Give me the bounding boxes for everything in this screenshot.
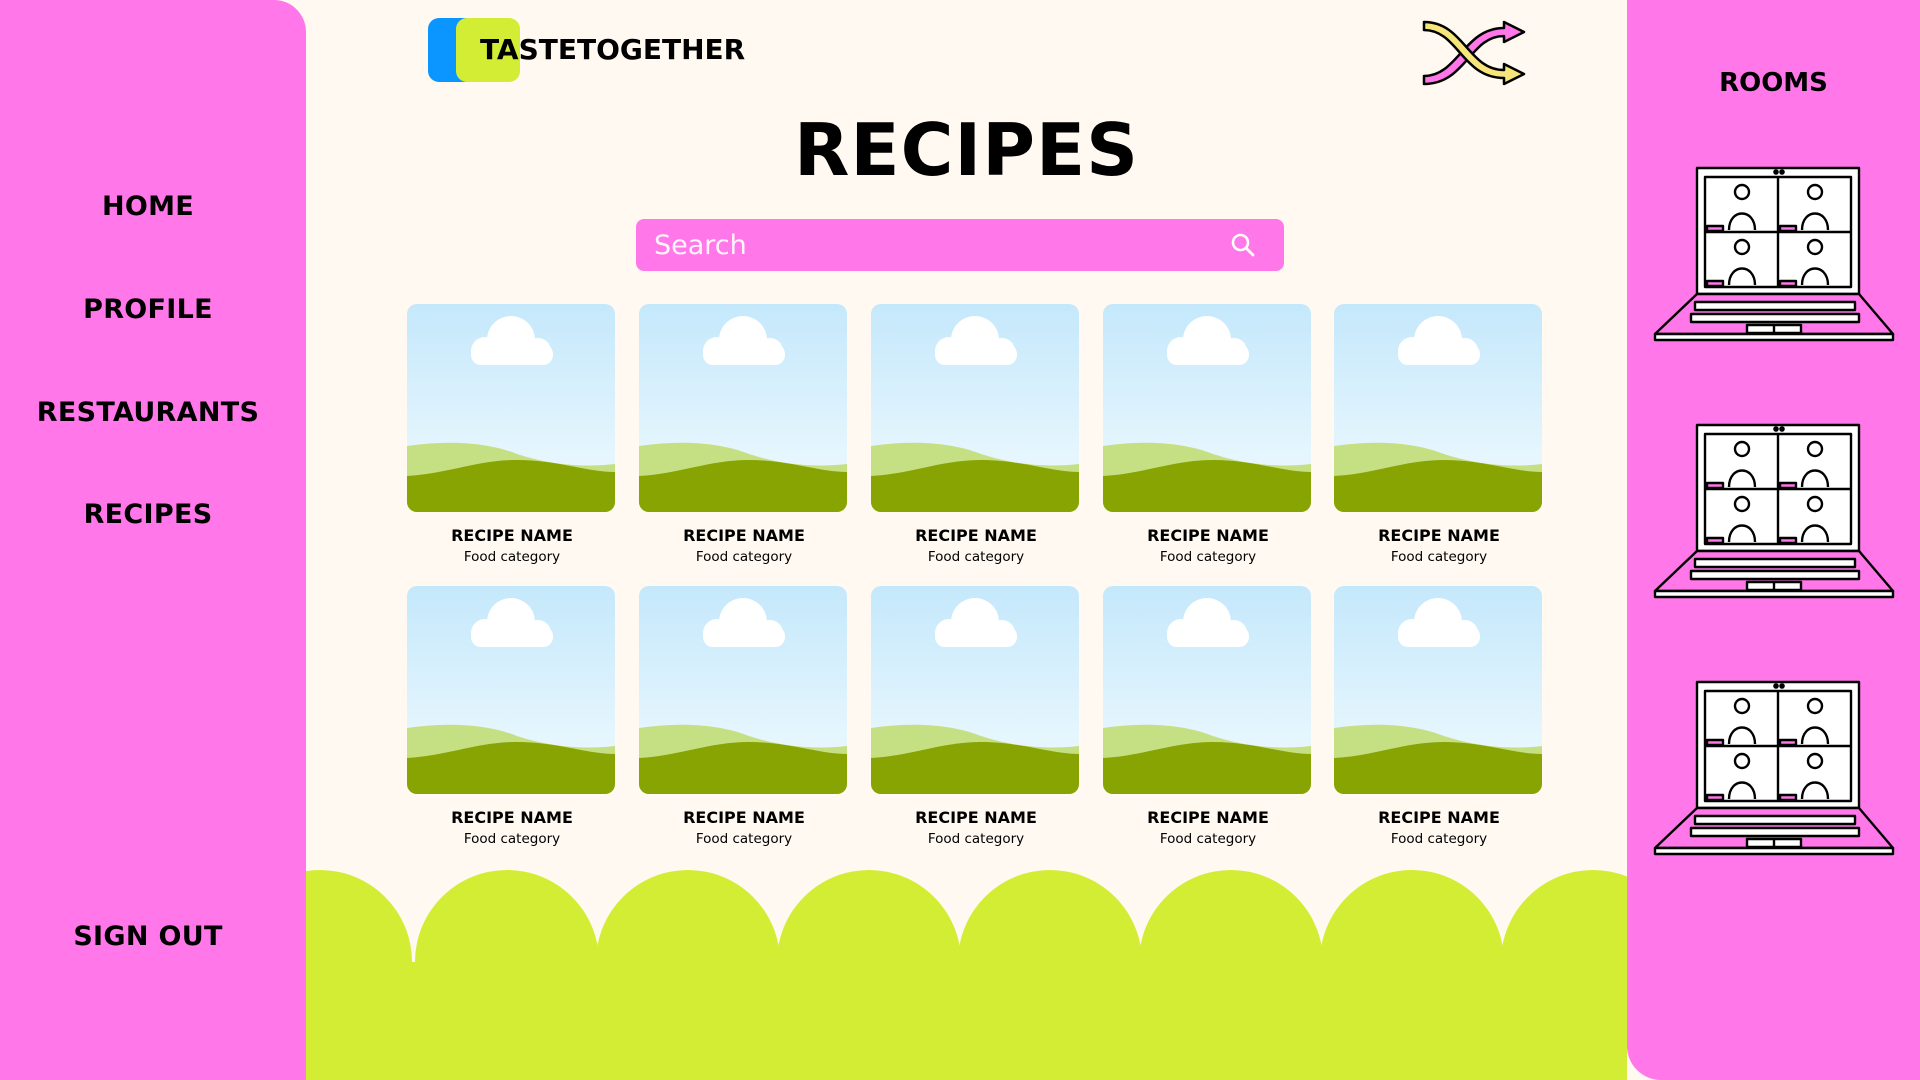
shuffle-icon[interactable] [1418,14,1532,92]
video-call-laptop-icon [1653,680,1895,856]
recipe-card[interactable]: RECIPE NAME Food category [407,586,617,856]
recipe-card[interactable]: RECIPE NAME Food category [639,586,849,856]
recipe-name: RECIPE NAME [915,808,1037,827]
decorative-hills [306,870,1627,1080]
room-3[interactable] [1651,678,1896,858]
recipe-image [1334,304,1542,512]
recipe-card[interactable]: RECIPE NAME Food category [639,304,849,574]
room-2[interactable] [1651,421,1896,601]
image-placeholder-icon [1334,586,1542,794]
recipe-card[interactable]: RECIPE NAME Food category [1103,304,1313,574]
recipe-card[interactable]: RECIPE NAME Food category [1334,586,1544,856]
recipe-name: RECIPE NAME [451,526,573,545]
video-call-laptop-icon [1653,166,1895,342]
image-placeholder-icon [1334,304,1542,512]
image-placeholder-icon [639,586,847,794]
recipe-category: Food category [927,831,1025,847]
recipe-card[interactable]: RECIPE NAME Food category [871,304,1081,574]
left-sidebar: HOME PROFILE RESTAURANTS RECIPES SIGN OU… [0,0,306,1080]
recipe-name: RECIPE NAME [683,808,805,827]
sidebar-item-profile[interactable]: PROFILE [0,294,296,325]
sidebar-item-recipes[interactable]: RECIPES [0,499,296,530]
page-title: RECIPES [793,108,1140,192]
sidebar-item-home[interactable]: HOME [0,191,296,222]
video-call-laptop-icon [1653,423,1895,599]
image-placeholder-icon [639,304,847,512]
room-1[interactable] [1651,164,1896,344]
recipe-category: Food category [463,549,561,565]
sidebar-item-restaurants[interactable]: RESTAURANTS [0,397,296,428]
recipe-name: RECIPE NAME [1378,808,1500,827]
recipe-image [407,586,615,794]
recipe-image [871,586,1079,794]
recipe-name: RECIPE NAME [1147,526,1269,545]
recipe-name: RECIPE NAME [1378,526,1500,545]
image-placeholder-icon [871,304,1079,512]
image-placeholder-icon [407,586,615,794]
recipe-category: Food category [1390,831,1488,847]
search-bar [636,219,1284,271]
recipe-image [1103,586,1311,794]
brand-name: TASTETOGETHER [480,33,746,66]
rooms-title: ROOMS [1719,68,1828,98]
recipe-image [1103,304,1311,512]
recipe-category: Food category [927,549,1025,565]
recipe-category: Food category [1159,549,1257,565]
recipe-image [1334,586,1542,794]
search-input[interactable] [636,219,1216,271]
recipe-category: Food category [1159,831,1257,847]
recipe-image [639,304,847,512]
recipe-image [407,304,615,512]
recipe-category: Food category [695,549,793,565]
recipe-name: RECIPE NAME [451,808,573,827]
image-placeholder-icon [1103,586,1311,794]
image-placeholder-icon [407,304,615,512]
recipe-category: Food category [695,831,793,847]
search-icon[interactable] [1230,232,1256,258]
brand-logo[interactable]: TASTETOGETHER [428,18,748,82]
recipe-image [871,304,1079,512]
recipe-card[interactable]: RECIPE NAME Food category [407,304,617,574]
sign-out-button[interactable]: SIGN OUT [0,921,296,952]
recipe-image [639,586,847,794]
recipe-name: RECIPE NAME [1147,808,1269,827]
recipe-card[interactable]: RECIPE NAME Food category [1334,304,1544,574]
image-placeholder-icon [871,586,1079,794]
recipe-category: Food category [463,831,561,847]
image-placeholder-icon [1103,304,1311,512]
recipe-card[interactable]: RECIPE NAME Food category [871,586,1081,856]
recipe-name: RECIPE NAME [915,526,1037,545]
rooms-sidebar: ROOMS [1627,0,1920,1080]
recipe-name: RECIPE NAME [683,526,805,545]
recipe-category: Food category [1390,549,1488,565]
recipe-card[interactable]: RECIPE NAME Food category [1103,586,1313,856]
